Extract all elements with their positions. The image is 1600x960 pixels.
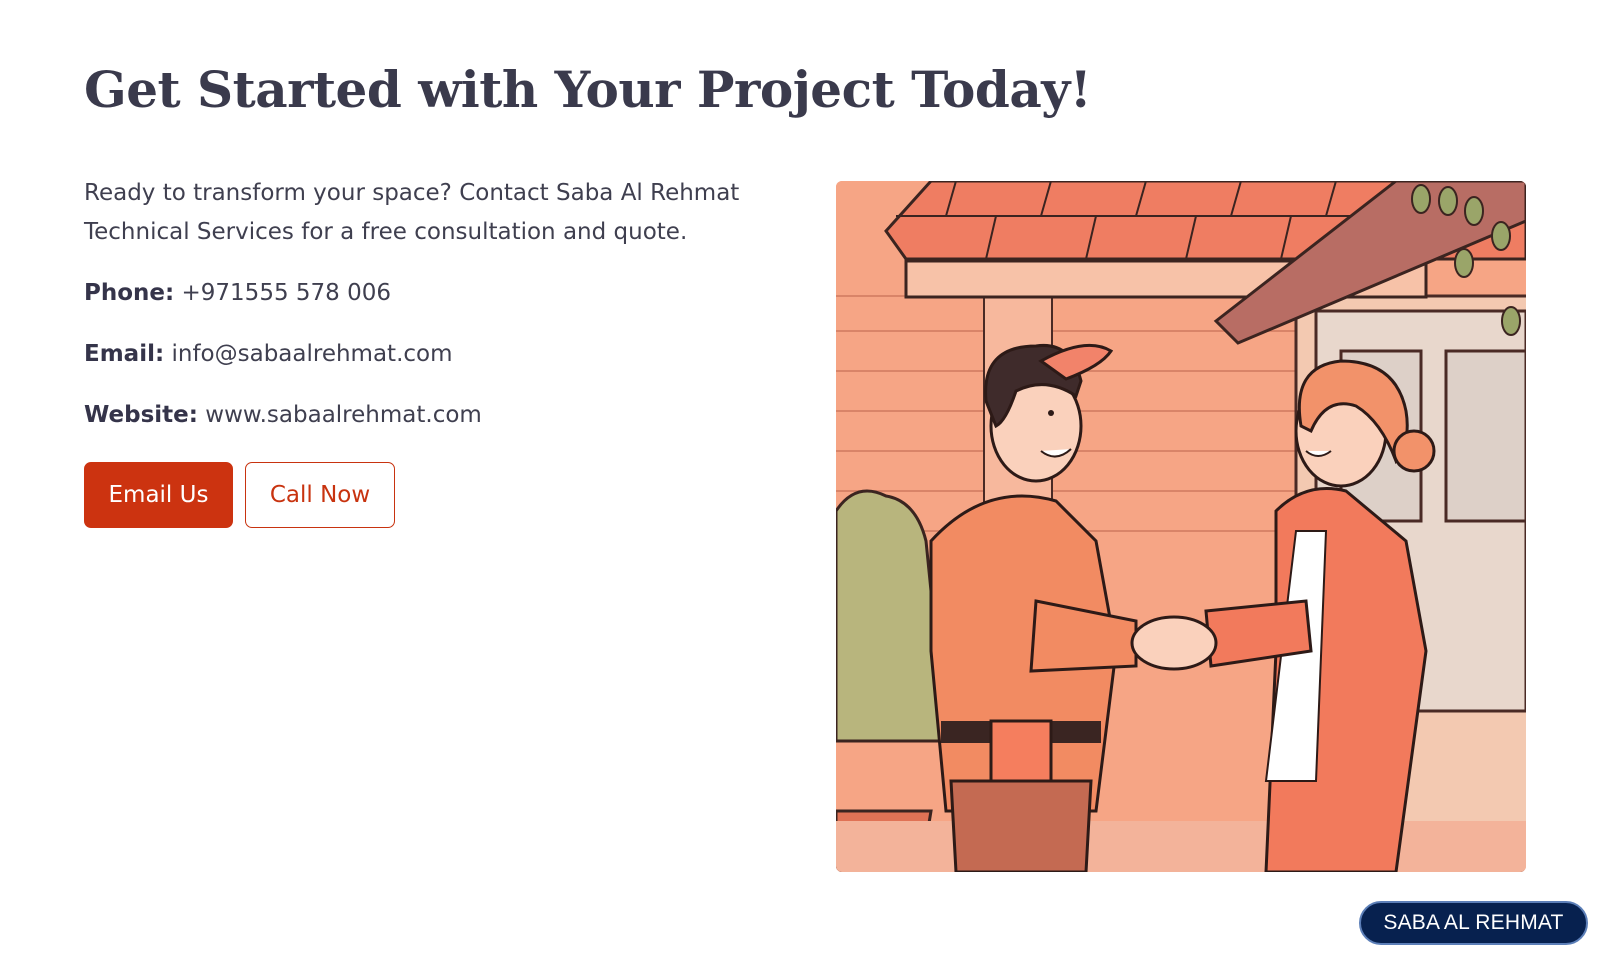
website-value: www.sabaalrehmat.com xyxy=(205,402,482,428)
intro-text: Ready to transform your space? Contact S… xyxy=(84,180,740,245)
website-line: Website: www.sabaalrehmat.com xyxy=(84,399,482,431)
email-us-button[interactable]: Email Us xyxy=(84,462,233,528)
email-label: Email: xyxy=(84,341,165,367)
phone-line: Phone: +971555 578 006 xyxy=(84,277,391,309)
phone-value: +971555 578 006 xyxy=(181,280,392,306)
handshake-illustration xyxy=(836,181,1526,872)
email-value: info@sabaalrehmat.com xyxy=(171,341,453,367)
handshake-illustration-art xyxy=(836,181,1526,872)
email-line: Email: info@sabaalrehmat.com xyxy=(84,338,453,370)
brand-badge[interactable]: SABA AL REHMAT xyxy=(1359,901,1588,945)
phone-label: Phone: xyxy=(84,280,175,306)
call-now-button[interactable]: Call Now xyxy=(245,462,395,528)
website-label: Website: xyxy=(84,402,198,428)
page-title: Get Started with Your Project Today! xyxy=(84,60,1092,119)
